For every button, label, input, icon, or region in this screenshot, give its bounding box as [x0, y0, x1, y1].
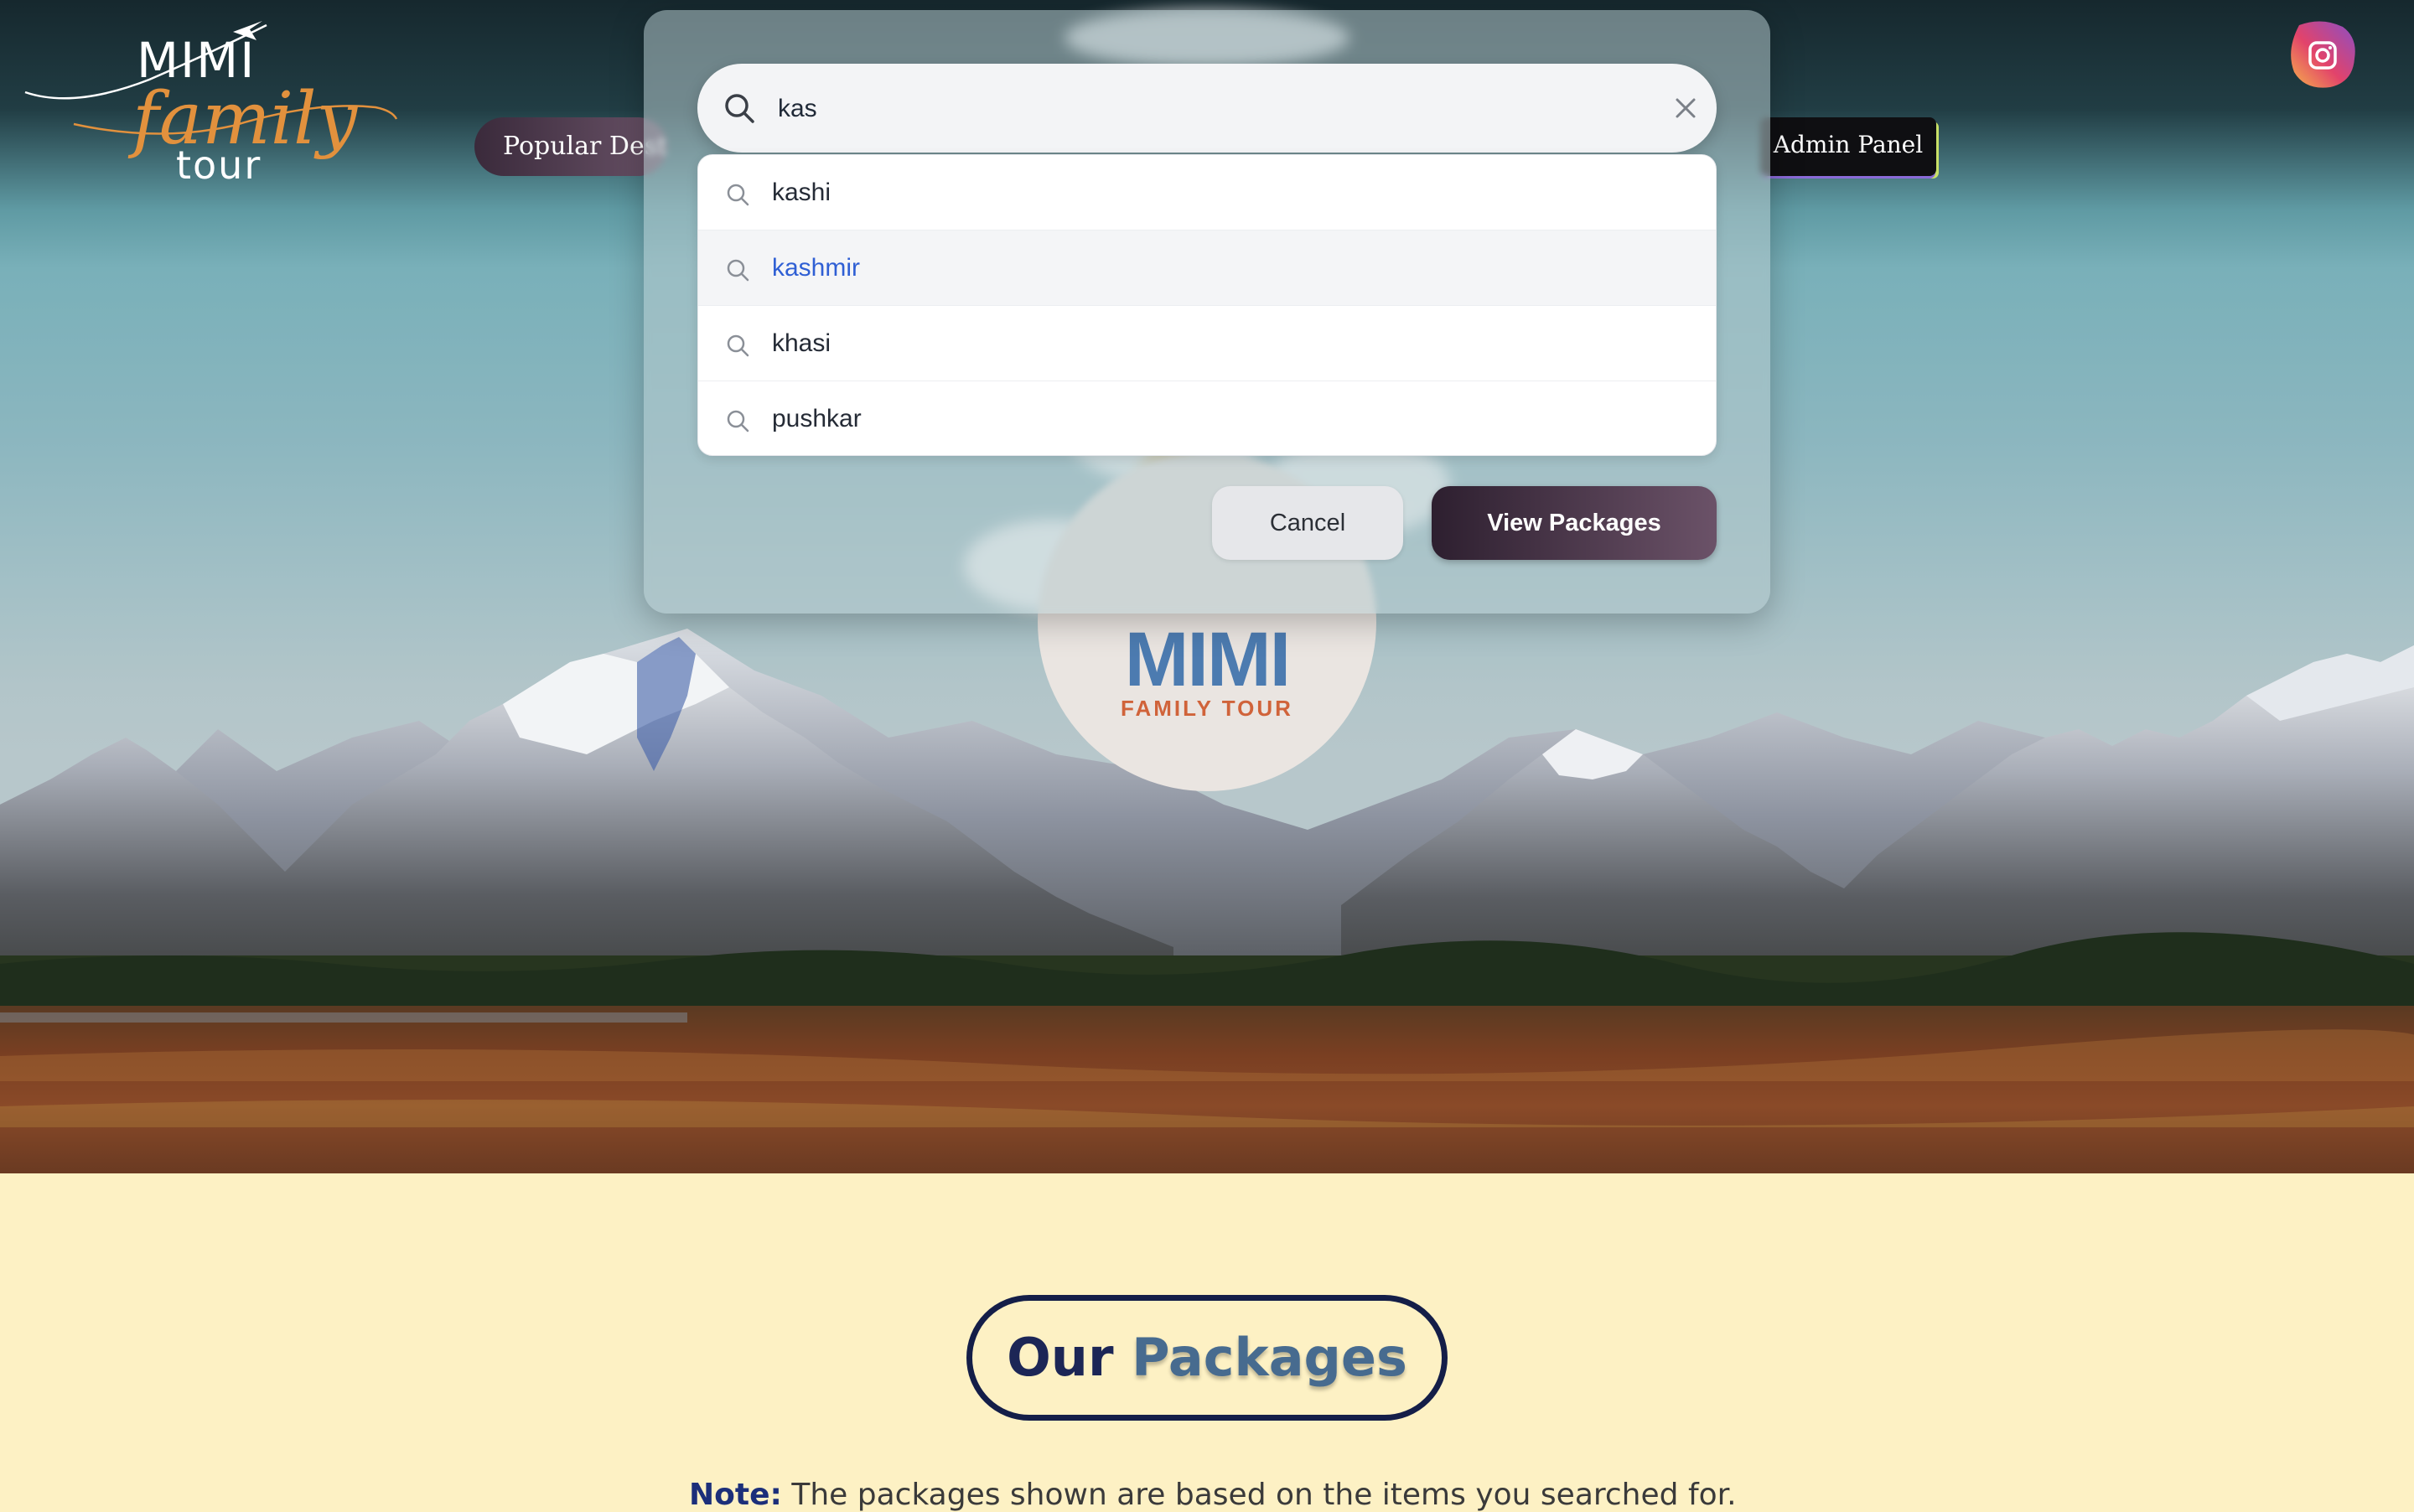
suggestion-item[interactable]: pushkar — [698, 381, 1716, 455]
view-packages-button[interactable]: View Packages — [1432, 486, 1717, 560]
search-input[interactable] — [776, 82, 1618, 136]
search-suggestions-list: kashi kashmir khasi pushkar — [697, 154, 1717, 456]
search-icon — [727, 184, 749, 206]
packages-section: Our Packages Note: The packages shown ar… — [0, 1173, 2414, 1512]
cancel-button[interactable]: Cancel — [1212, 486, 1403, 560]
suggestion-label: pushkar — [772, 405, 862, 432]
nav-popular-destinations[interactable]: Popular Dest — [474, 117, 667, 176]
suggestion-item[interactable]: kashi — [698, 155, 1716, 230]
clear-search-icon[interactable] — [1671, 94, 1700, 122]
heading-word-our: Our — [1007, 1327, 1114, 1388]
suggestion-label: khasi — [772, 329, 831, 357]
packages-heading: Our Packages — [966, 1295, 1448, 1421]
brand-subtitle: FAMILY TOUR — [1121, 696, 1293, 721]
heading-word-packages: Packages — [1132, 1327, 1407, 1388]
admin-panel-button[interactable]: Admin Panel — [1760, 117, 1936, 176]
suggestion-label: kashi — [772, 179, 831, 206]
search-icon — [725, 94, 754, 123]
brand-name: MIMI — [1124, 617, 1291, 702]
suggestion-label: kashmir — [772, 254, 861, 282]
logo-text-tour: tour — [176, 142, 262, 188]
packages-note: Note: The packages shown are based on th… — [689, 1478, 1737, 1512]
note-label: Note: — [689, 1478, 782, 1512]
site-logo[interactable]: MIMI family tour — [23, 17, 401, 188]
note-text: The packages shown are based on the item… — [781, 1478, 1737, 1512]
search-icon — [727, 410, 749, 432]
search-icon — [727, 334, 749, 357]
search-bar[interactable] — [697, 64, 1717, 153]
suggestion-item[interactable]: kashmir — [698, 230, 1716, 306]
instagram-icon[interactable] — [2284, 17, 2360, 92]
search-modal: kashi kashmir khasi pushkar Cancel View Pac… — [644, 10, 1770, 614]
search-icon — [727, 259, 749, 282]
suggestion-item[interactable]: khasi — [698, 306, 1716, 381]
